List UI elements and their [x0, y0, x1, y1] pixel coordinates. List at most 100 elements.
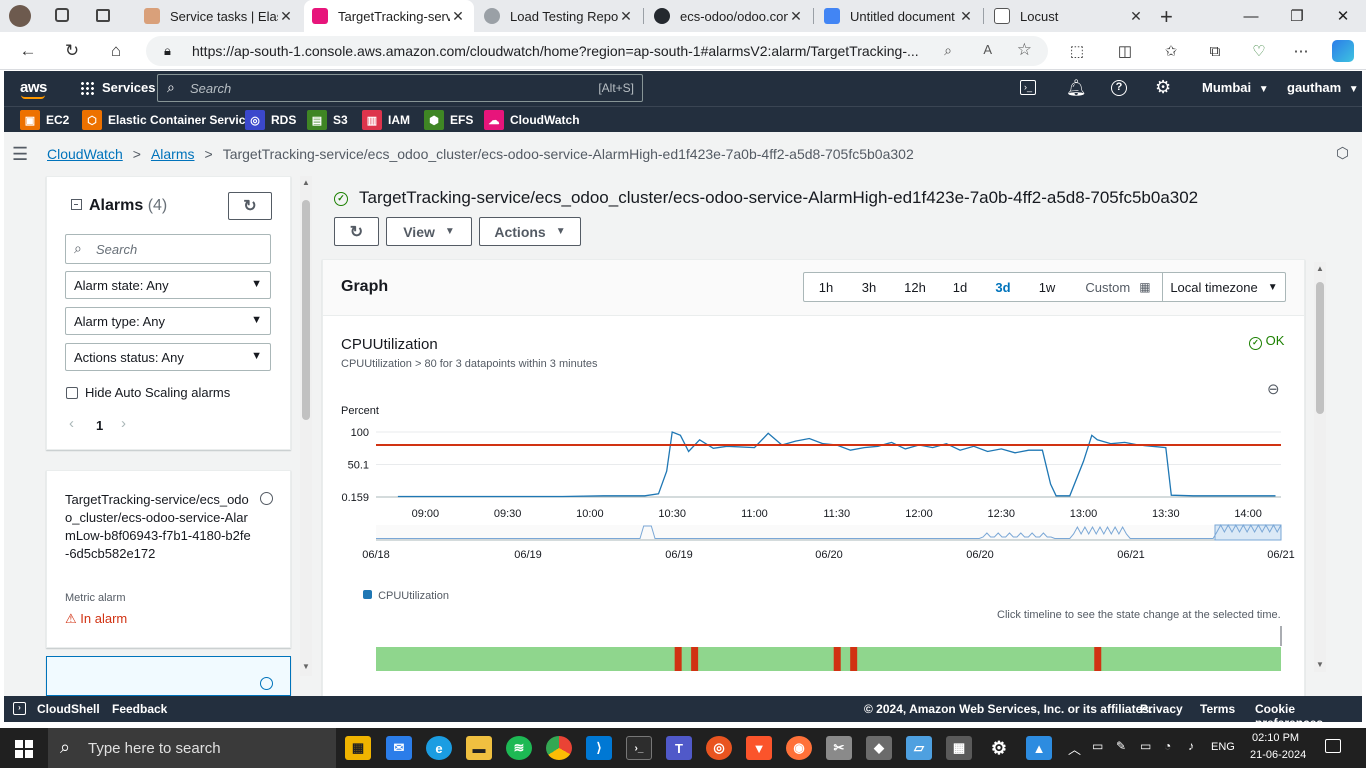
- refresh-button[interactable]: ↻: [228, 192, 272, 220]
- new-tab-button[interactable]: +: [1160, 4, 1173, 30]
- cloudshell-link[interactable]: CloudShell: [37, 702, 100, 716]
- tab-docs[interactable]: Untitled document ✕: [816, 0, 982, 32]
- favorites-icon[interactable]: ✩: [1160, 40, 1182, 62]
- alarm-state-filter[interactable]: Alarm state: Any ▼: [65, 271, 271, 299]
- tray-volume-icon[interactable]: ♪: [1188, 739, 1194, 753]
- favorite-ec2[interactable]: ▣ EC2: [20, 107, 69, 133]
- cloudshell-icon[interactable]: ›_: [1020, 80, 1036, 95]
- notification-center-icon[interactable]: [1325, 739, 1341, 753]
- collections-icon[interactable]: ⧉: [1204, 40, 1226, 62]
- right-scrollbar-thumb[interactable]: [1316, 282, 1324, 414]
- help-icon[interactable]: ?: [1111, 80, 1127, 96]
- legend-item[interactable]: CPUUtilization: [363, 590, 449, 602]
- chrome-app-icon[interactable]: [546, 736, 572, 760]
- zoom-out-icon[interactable]: ⊖: [1267, 380, 1280, 398]
- tab-actions-icon[interactable]: [96, 9, 110, 22]
- range-1d[interactable]: 1d: [938, 273, 982, 301]
- clock-time[interactable]: 02:10 PM: [1252, 732, 1299, 744]
- terms-link[interactable]: Terms: [1200, 702, 1235, 716]
- close-window-button[interactable]: ✕: [1320, 0, 1366, 32]
- terminal-app-icon[interactable]: ›_: [626, 736, 652, 760]
- back-button[interactable]: ←: [14, 37, 42, 65]
- settings-gear-icon[interactable]: ⚙: [1155, 77, 1171, 98]
- privacy-link[interactable]: Privacy: [1140, 702, 1183, 716]
- close-icon[interactable]: ✕: [958, 8, 974, 25]
- range-1w[interactable]: 1w: [1025, 273, 1069, 301]
- snipping-app-icon[interactable]: ✂: [826, 736, 852, 760]
- region-selector[interactable]: Mumbai ▼: [1202, 80, 1269, 95]
- timeline-ok-band[interactable]: [376, 647, 1281, 671]
- favorite-s3[interactable]: ▤ S3: [307, 107, 348, 133]
- timeline-alarm-marker[interactable]: [674, 647, 682, 671]
- timeline-alarm-marker[interactable]: [1094, 647, 1102, 671]
- close-icon[interactable]: ✕: [450, 8, 466, 25]
- vscode-app-icon[interactable]: ⟩: [586, 736, 612, 760]
- timeline-alarm-marker[interactable]: [833, 647, 841, 671]
- collapse-icon[interactable]: [71, 199, 82, 210]
- prev-page-icon[interactable]: ‹: [69, 415, 74, 432]
- range-1h[interactable]: 1h: [804, 273, 848, 301]
- alarm-select-radio[interactable]: [260, 677, 273, 690]
- hamburger-menu-icon[interactable]: ☰: [12, 144, 28, 165]
- close-icon[interactable]: ✕: [1128, 8, 1144, 25]
- alarm-card-selected[interactable]: [46, 656, 291, 696]
- favorite-rds[interactable]: ◎ RDS: [245, 107, 296, 133]
- alarm-type-filter[interactable]: Alarm type: Any ▼: [65, 307, 271, 335]
- range-3h[interactable]: 3h: [847, 273, 891, 301]
- brave-app-icon[interactable]: ▼: [746, 736, 772, 760]
- home-button[interactable]: ⌂: [102, 37, 130, 65]
- scroll-down-arrow-icon[interactable]: ▼: [1316, 660, 1324, 669]
- close-icon[interactable]: ✕: [278, 8, 294, 25]
- timezone-selector[interactable]: Local timezone ▼: [1163, 273, 1285, 301]
- favorite-star-icon[interactable]: ☆: [1017, 40, 1032, 60]
- workspaces-icon[interactable]: [55, 8, 69, 22]
- page-number[interactable]: 1: [96, 418, 103, 433]
- tab-github[interactable]: ecs-odoo/odoo.con ✕: [646, 0, 812, 32]
- tray-chevron-up-icon[interactable]: ︿: [1068, 739, 1081, 758]
- read-aloud-icon[interactable]: A: [983, 42, 992, 57]
- mail-app-icon[interactable]: ✉: [386, 736, 412, 760]
- edge-app-icon[interactable]: e: [426, 736, 452, 760]
- detail-refresh-button[interactable]: ↻: [334, 217, 379, 246]
- favorite-efs[interactable]: ⬢ EFS: [424, 107, 473, 133]
- favorite-ecs[interactable]: ⬡ Elastic Container Service: [82, 107, 252, 133]
- actions-dropdown[interactable]: Actions ▼: [479, 217, 581, 246]
- notepad-app-icon[interactable]: ▱: [906, 736, 932, 760]
- left-scrollbar-thumb[interactable]: [302, 200, 310, 420]
- file-explorer-app-icon[interactable]: ▦: [345, 736, 371, 760]
- cloudshell-footer-icon[interactable]: ›: [13, 702, 26, 715]
- restore-button[interactable]: ❐: [1274, 0, 1320, 32]
- teams-app-icon[interactable]: T: [666, 736, 692, 760]
- more-menu-icon[interactable]: ⋯: [1290, 40, 1312, 62]
- tab-locust[interactable]: Locust ✕: [986, 0, 1152, 32]
- extensions-icon[interactable]: ⬚: [1066, 40, 1088, 62]
- alarm-card-name[interactable]: TargetTracking-service/ecs_odoo_cluster/…: [65, 491, 251, 563]
- favorite-cloudwatch[interactable]: ☁ CloudWatch: [484, 107, 580, 133]
- timeline-alarm-marker[interactable]: [691, 647, 699, 671]
- view-dropdown[interactable]: View ▼: [386, 217, 472, 246]
- firefox-app-icon[interactable]: ◉: [786, 736, 812, 760]
- git-app-icon[interactable]: ◆: [866, 736, 892, 760]
- alarm-card[interactable]: TargetTracking-service/ecs_odoo_cluster/…: [46, 470, 291, 648]
- hide-autoscaling-checkbox[interactable]: [66, 387, 78, 399]
- feedback-link[interactable]: Feedback: [112, 702, 167, 716]
- info-panel-icon[interactable]: ⬡: [1336, 144, 1349, 162]
- close-icon[interactable]: ✕: [618, 8, 634, 25]
- close-icon[interactable]: ✕: [788, 8, 804, 25]
- clock-date[interactable]: 21-06-2024: [1250, 749, 1306, 761]
- alarm-search-input[interactable]: ⌕ Search: [65, 234, 271, 264]
- alarm-select-radio[interactable]: [260, 492, 273, 505]
- cookie-preferences-link[interactable]: Cookie preferences: [1255, 702, 1362, 730]
- spotify-app-icon[interactable]: ≋: [506, 736, 532, 760]
- windows-start-icon[interactable]: [15, 740, 33, 758]
- tray-device-icon[interactable]: ▭: [1092, 739, 1103, 753]
- split-screen-icon[interactable]: ◫: [1114, 40, 1136, 62]
- scroll-down-arrow-icon[interactable]: ▼: [302, 662, 310, 671]
- url-field[interactable]: 🔒︎ https://ap-south-1.console.aws.amazon…: [146, 36, 1048, 66]
- tray-network-icon[interactable]: ◔: [1164, 739, 1171, 753]
- notifications-bell-icon[interactable]: 🔔︎: [1066, 78, 1086, 98]
- ubuntu-app-icon[interactable]: ◎: [706, 736, 732, 760]
- timeline-alarm-marker[interactable]: [850, 647, 858, 671]
- tray-pen-icon[interactable]: ✎: [1116, 739, 1126, 753]
- scroll-up-arrow-icon[interactable]: ▲: [1316, 264, 1324, 273]
